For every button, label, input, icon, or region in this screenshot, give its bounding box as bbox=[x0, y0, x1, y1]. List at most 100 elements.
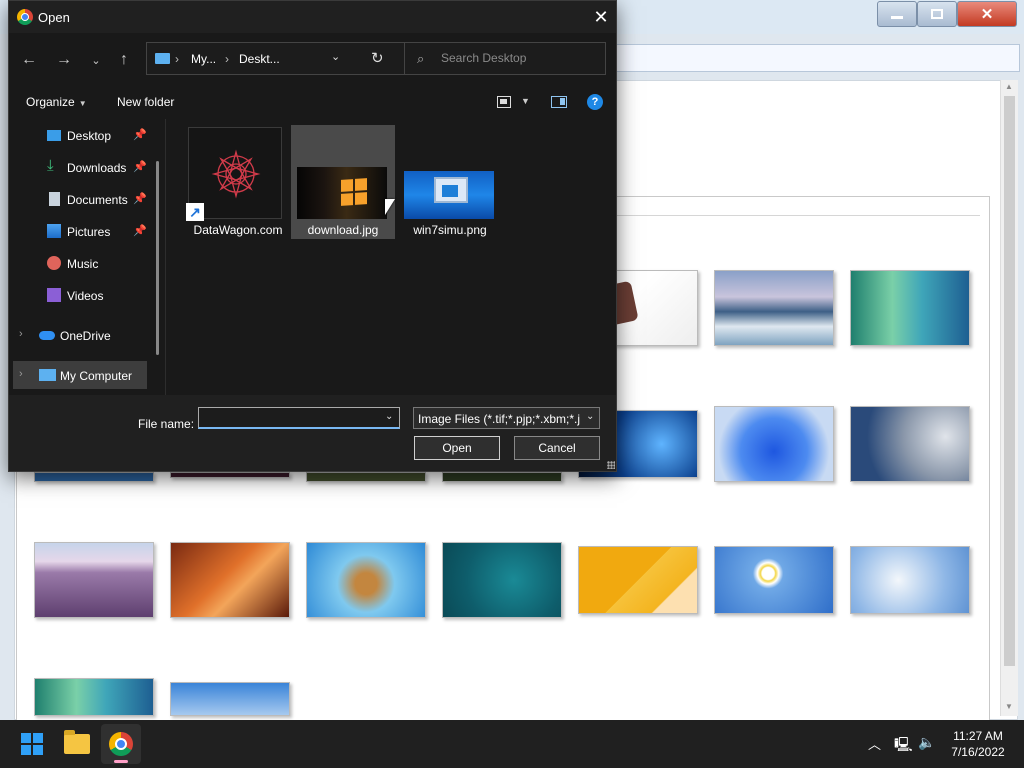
videos-icon bbox=[47, 288, 61, 302]
navigation-pane: Desktop 📌 ⤓ Downloads 📌 Documents 📌 Pict… bbox=[9, 119, 165, 395]
wallpaper-thumbnail[interactable] bbox=[850, 546, 970, 614]
wallpaper-thumbnail[interactable] bbox=[578, 546, 698, 614]
pin-icon[interactable]: 📌 bbox=[133, 128, 147, 141]
pin-icon[interactable]: 📌 bbox=[133, 192, 147, 205]
wallpaper-thumbnail[interactable] bbox=[170, 542, 290, 618]
nav-item-onedrive[interactable]: › OneDrive bbox=[9, 321, 159, 349]
organize-button[interactable]: Organize ▼ bbox=[26, 95, 87, 109]
forward-arrow-icon[interactable]: → bbox=[53, 49, 75, 71]
pin-icon[interactable]: 📌 bbox=[133, 160, 147, 173]
start-button[interactable] bbox=[12, 724, 52, 764]
wallpaper-thumbnail[interactable] bbox=[714, 270, 834, 346]
up-arrow-icon[interactable]: ↑ bbox=[113, 49, 135, 71]
chevron-down-icon[interactable]: ⌄ bbox=[586, 411, 594, 422]
refresh-icon[interactable]: ↻ bbox=[371, 49, 384, 67]
scroll-down-icon[interactable]: ▼ bbox=[1005, 702, 1013, 711]
file-item-win7simu-png[interactable]: win7simu.png bbox=[398, 125, 502, 239]
view-layout-icon[interactable] bbox=[497, 96, 511, 108]
search-icon: ⌕ bbox=[417, 51, 425, 66]
wallpaper-thumbnail[interactable] bbox=[34, 542, 154, 618]
wallpaper-thumbnail[interactable] bbox=[34, 472, 154, 482]
window-close-button[interactable]: ✕ bbox=[957, 1, 1017, 27]
wallpaper-thumbnail[interactable] bbox=[714, 406, 834, 482]
open-button[interactable]: Open bbox=[414, 436, 500, 460]
nav-item-videos[interactable]: Videos bbox=[9, 281, 159, 309]
new-folder-button[interactable]: New folder bbox=[117, 95, 174, 109]
preview-pane-icon[interactable] bbox=[551, 96, 567, 108]
expand-chevron-icon[interactable]: › bbox=[19, 368, 23, 380]
show-hidden-icons-chevron-icon[interactable]: ︿ bbox=[868, 734, 881, 753]
maximize-icon bbox=[931, 9, 943, 19]
wallpaper-thumbnail[interactable] bbox=[170, 682, 290, 716]
dialog-close-button[interactable]: ✕ bbox=[589, 5, 613, 29]
nav-item-label: My Computer bbox=[60, 369, 133, 383]
clock-date: 7/16/2022 bbox=[951, 745, 1005, 759]
chrome-taskbar-button[interactable] bbox=[101, 724, 141, 764]
minimize-button[interactable] bbox=[877, 1, 917, 27]
view-options-caret-icon[interactable]: ▼ bbox=[521, 96, 530, 106]
back-arrow-icon[interactable]: ← bbox=[18, 49, 40, 71]
minimize-icon bbox=[891, 15, 903, 19]
mouse-pointer-icon bbox=[385, 199, 395, 215]
shortcut-arrow-icon: ↗ bbox=[186, 203, 204, 221]
nav-pane-scrollbar[interactable] bbox=[156, 161, 159, 355]
file-explorer-button[interactable] bbox=[57, 724, 97, 764]
file-thumbnail bbox=[297, 167, 387, 219]
nav-item-label: Downloads bbox=[67, 161, 127, 175]
nav-item-downloads[interactable]: ⤓ Downloads 📌 bbox=[9, 153, 159, 181]
wallpaper-thumbnail[interactable] bbox=[442, 472, 562, 482]
chevron-down-icon[interactable]: ⌄ bbox=[385, 411, 393, 422]
nav-item-music[interactable]: Music bbox=[9, 249, 159, 277]
chrome-icon bbox=[17, 9, 33, 25]
page-scrollbar[interactable]: ▲ ▼ bbox=[1000, 80, 1018, 716]
recent-locations-chevron-icon[interactable]: ⌄ bbox=[85, 49, 107, 71]
close-icon: ✕ bbox=[980, 6, 994, 23]
wallpaper-thumbnail[interactable] bbox=[850, 270, 970, 346]
file-item-datawagon[interactable]: ↗ DataWagon.com bbox=[186, 125, 290, 239]
file-type-select[interactable]: Image Files (*.tif;*.pjp;*.xbm;*.jxl;*.s… bbox=[413, 407, 600, 429]
file-name: download.jpg bbox=[307, 223, 379, 237]
open-file-dialog: Open ✕ ← → ⌄ ↑ › My... › Deskt... ⌄ ↻ ⌕ … bbox=[8, 0, 617, 472]
scrollbar-thumb[interactable] bbox=[1004, 96, 1015, 666]
search-input[interactable] bbox=[441, 51, 591, 65]
wallpaper-thumbnail[interactable] bbox=[442, 542, 562, 618]
wallpaper-thumbnail[interactable] bbox=[34, 678, 154, 716]
nav-item-desktop[interactable]: Desktop 📌 bbox=[9, 121, 159, 149]
breadcrumb-desktop[interactable]: Deskt... bbox=[239, 52, 280, 66]
nav-item-my-computer[interactable]: › My Computer bbox=[13, 361, 147, 389]
pane-divider[interactable] bbox=[165, 119, 166, 395]
resize-grip-icon[interactable] bbox=[607, 461, 615, 469]
file-item-download-jpg[interactable]: download.jpg bbox=[291, 125, 395, 239]
wallpaper-thumbnail[interactable] bbox=[170, 472, 290, 478]
volume-icon[interactable]: 🔈 bbox=[918, 734, 935, 751]
dialog-titlebar: Open ✕ bbox=[9, 1, 616, 33]
taskbar: ︿ 🖳 🔈 11:27 AM 7/16/2022 bbox=[0, 720, 1024, 768]
wallpaper-thumbnail[interactable] bbox=[306, 542, 426, 618]
address-dropdown-chevron-icon[interactable]: ⌄ bbox=[331, 50, 340, 63]
wallpaper-thumbnail[interactable] bbox=[714, 546, 834, 614]
search-box[interactable]: ⌕ bbox=[404, 42, 606, 75]
help-icon[interactable]: ? bbox=[587, 94, 603, 110]
file-name-combobox[interactable]: ⌄ bbox=[198, 407, 400, 429]
nav-item-pictures[interactable]: Pictures 📌 bbox=[9, 217, 159, 245]
chrome-icon bbox=[109, 732, 133, 756]
nav-item-label: Desktop bbox=[67, 129, 112, 143]
pin-icon[interactable]: 📌 bbox=[133, 224, 147, 237]
network-icon[interactable]: 🖳 bbox=[894, 734, 913, 758]
command-bar: Organize ▼ New folder ▼ ? bbox=[9, 89, 616, 115]
scroll-up-icon[interactable]: ▲ bbox=[1005, 82, 1013, 91]
expand-chevron-icon[interactable]: › bbox=[19, 328, 23, 340]
maximize-button[interactable] bbox=[917, 1, 957, 27]
address-breadcrumb-bar[interactable]: › My... › Deskt... ⌄ ↻ bbox=[146, 42, 406, 75]
document-icon bbox=[49, 192, 60, 206]
wallpaper-thumbnail[interactable] bbox=[306, 472, 426, 482]
cancel-button[interactable]: Cancel bbox=[514, 436, 600, 460]
wallpaper-thumbnail[interactable] bbox=[850, 406, 970, 482]
system-clock[interactable]: 11:27 AM 7/16/2022 bbox=[938, 728, 1018, 760]
file-name-field[interactable] bbox=[202, 410, 380, 424]
breadcrumb-my-computer[interactable]: My... bbox=[191, 52, 216, 66]
browser-address-bar[interactable] bbox=[610, 44, 1020, 72]
nav-item-label: Music bbox=[67, 257, 99, 271]
nav-item-documents[interactable]: Documents 📌 bbox=[9, 185, 159, 213]
organize-label: Organize bbox=[26, 95, 75, 109]
